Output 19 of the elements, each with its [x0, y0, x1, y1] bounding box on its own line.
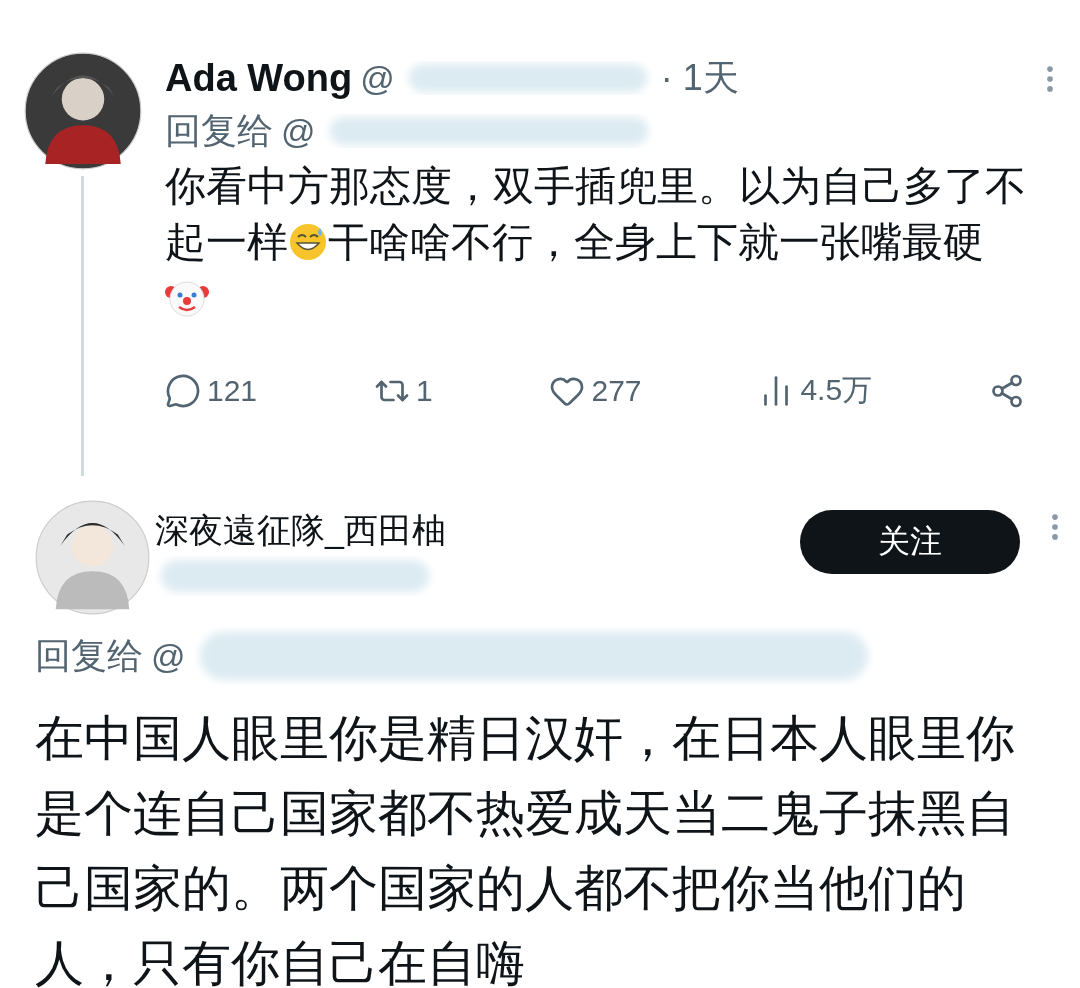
post-time: · 1天 [660, 55, 739, 100]
comment-icon [165, 372, 201, 409]
reply-label: 回复给 [35, 633, 143, 678]
sweat-smile-icon [288, 222, 328, 262]
reply-label: 回复给 [165, 108, 273, 153]
reply-handle[interactable]: @ [281, 111, 316, 151]
post-text: 你看中方那态度，双手插兜里。以为自己多了不起一样 干啥啥不行，全身上下就一张嘴最硬 [165, 158, 1050, 326]
reply-button[interactable]: 121 [165, 372, 258, 409]
views-button[interactable]: 4.5万 [758, 370, 873, 411]
clown-icon [165, 278, 209, 318]
avatar[interactable] [23, 52, 142, 170]
author-name[interactable]: Ada Wong [165, 56, 353, 100]
reply-handle[interactable]: @ [151, 636, 186, 676]
post-text: 在中国人眼里你是精日汉奸，在日本人眼里你是个连自己国家都不热爱成天当二鬼子抹黑自己国家的。两个国家的人都不把你当他们的人，只有你自己在自嗨 [35, 710, 1016, 988]
like-button[interactable]: 277 [549, 372, 642, 409]
author-name[interactable]: 深夜遠征隊_西田柚 [155, 500, 800, 554]
repost-button[interactable]: 1 [373, 372, 433, 409]
author-handle[interactable]: @ [360, 58, 395, 98]
follow-button[interactable]: 关注 [800, 510, 1020, 574]
